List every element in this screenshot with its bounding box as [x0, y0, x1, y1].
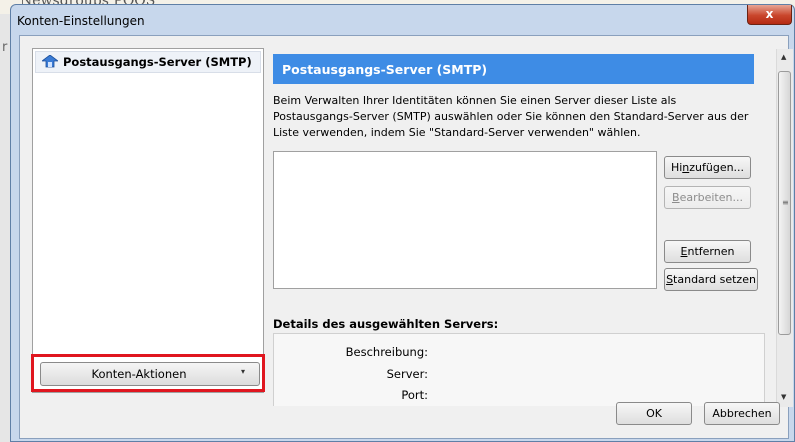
pane-header: Postausgangs-Server (SMTP): [273, 54, 754, 84]
close-icon: x: [765, 7, 774, 21]
pane-title: Postausgangs-Server (SMTP): [282, 62, 488, 77]
edit-server-button[interactable]: Bearbeiten...: [664, 186, 751, 209]
port-field-label: Port:: [401, 388, 428, 402]
vertical-scrollbar[interactable]: ▲ ≡ ▼: [776, 49, 793, 407]
pane-description: Beim Verwalten Ihrer Identitäten können …: [273, 94, 749, 139]
close-button[interactable]: x: [747, 5, 792, 25]
smtp-server-list[interactable]: [273, 151, 657, 289]
server-field-label: Server:: [386, 367, 428, 381]
background-edge-char: r: [2, 40, 8, 55]
remove-server-button[interactable]: Entfernen: [664, 240, 751, 263]
label-post: ntfernen: [687, 245, 735, 258]
chevron-down-icon: ▾: [241, 367, 246, 376]
cancel-button[interactable]: Abbrechen: [704, 402, 780, 425]
account-actions-label: Konten-Aktionen: [91, 367, 187, 381]
description-field-label: Beschreibung:: [345, 345, 428, 359]
dialog-content: Postausgangs-Server (SMTP) Konten-Aktion…: [19, 35, 793, 439]
set-default-button[interactable]: Standard setzen: [664, 268, 758, 291]
account-actions-button[interactable]: Konten-Aktionen ▾: [40, 362, 260, 386]
mnemonic: B: [672, 191, 680, 204]
label-post: zufügen...: [689, 161, 745, 174]
ok-button[interactable]: OK: [616, 402, 692, 425]
tree-item-smtp-server[interactable]: Postausgangs-Server (SMTP): [35, 51, 261, 73]
server-icon: [42, 55, 58, 68]
smtp-settings-pane: Postausgangs-Server (SMTP) Beim Verwalte…: [270, 49, 766, 406]
mnemonic: S: [666, 273, 674, 286]
window-title: Konten-Einstellungen: [17, 14, 145, 28]
label-pre: Hi: [670, 161, 683, 174]
account-tree[interactable]: Postausgangs-Server (SMTP): [32, 48, 264, 393]
account-settings-dialog: Konten-Einstellungen x Postausgangs-Serv…: [10, 4, 795, 442]
add-server-button[interactable]: Hinzufügen...: [664, 156, 751, 179]
scrollbar-thumb[interactable]: ≡: [778, 71, 791, 335]
details-heading: Details des ausgewählten Servers:: [273, 317, 499, 331]
tree-item-label: Postausgangs-Server (SMTP): [63, 55, 252, 69]
scroll-down-arrow-icon[interactable]: ▼: [781, 393, 786, 401]
label-post: earbeiten...: [679, 191, 743, 204]
title-bar: Konten-Einstellungen x: [11, 5, 794, 35]
scroll-up-arrow-icon[interactable]: ▲: [781, 53, 786, 61]
grip-icon: ≡: [782, 198, 789, 207]
label-post: tandard setzen: [673, 273, 756, 286]
